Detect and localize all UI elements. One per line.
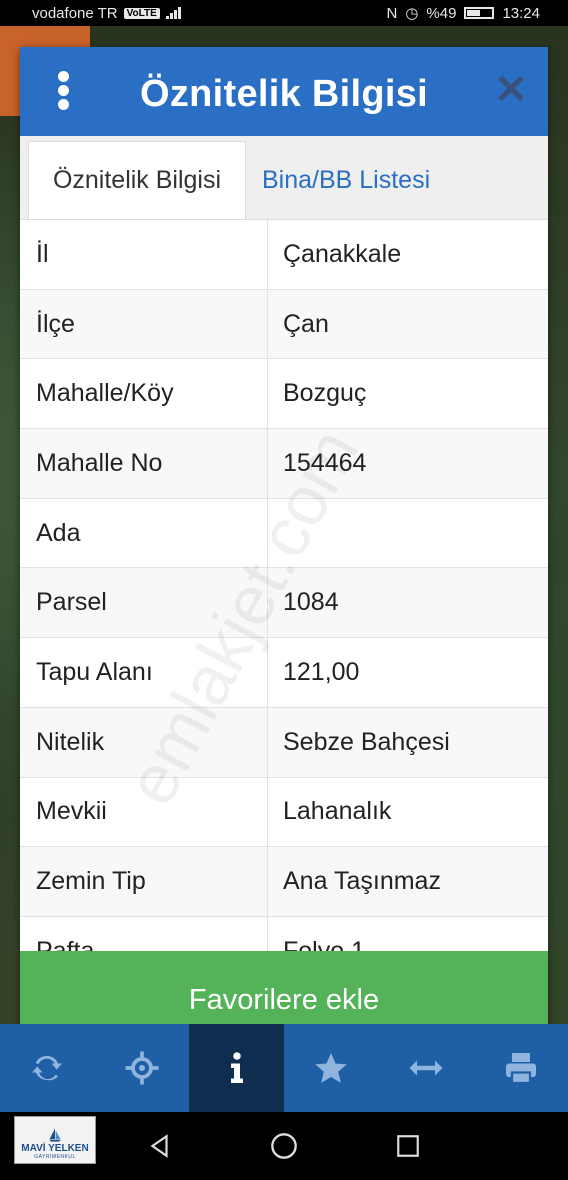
back-triangle-icon [150,1134,168,1158]
volte-badge: VoLTE [123,7,160,19]
table-row: İlçe Çan [20,289,548,360]
row-value: Lahanalık [283,797,392,826]
row-key: İl [20,220,268,289]
row-key: Tapu Alanı [20,638,268,707]
row-value: Bozguç [283,379,367,408]
row-key: Zemin Tip [20,847,268,916]
info-button[interactable] [189,1024,285,1112]
signal-icon [165,7,181,19]
row-key: Mevkii [20,777,268,847]
tab-attribute-info[interactable]: Öznitelik Bilgisi [28,141,246,219]
more-options-icon[interactable] [56,71,70,111]
home-button[interactable] [267,1129,301,1163]
row-value [268,499,548,568]
row-key: Mahalle No [20,429,268,498]
star-icon [315,1053,348,1083]
row-key: Nitelik [20,707,268,777]
table-row: İl Çanakkale [20,220,548,290]
row-key: Parsel [20,568,268,638]
row-value: Çanakkale [283,239,402,268]
favorites-button[interactable] [284,1024,379,1112]
print-button[interactable] [473,1024,568,1112]
battery-icon [464,7,495,19]
row-value: Çan [283,309,329,338]
table-row: Zemin Tip Ana Taşınmaz [20,847,548,917]
measure-button[interactable] [379,1024,474,1112]
row-value: 1084 [283,588,339,617]
row-value: Ana Taşınmaz [283,867,441,896]
attribute-info-dialog: Öznitelik Bilgisi ✕ Öznitelik Bilgisi Bi… [20,47,548,1050]
print-icon [505,1053,536,1085]
nfc-icon: N [386,4,398,22]
table-row: Parsel 1084 [20,568,548,639]
table-row: Mevkii Lahanalık [20,777,548,848]
carrier-label: vodafone TR [32,4,118,22]
row-value: 154464 [283,448,367,477]
table-row: Ada [20,498,548,569]
dialog-title: Öznitelik Bilgisi [139,73,429,115]
table-row: Nitelik Sebze Bahçesi [20,707,548,778]
table-row: Mahalle/Köy Bozguç [20,359,548,430]
mavi-yelken-logo: MAVİ YELKEN GAYRİMENKUL [14,1116,96,1164]
attribute-table: İl Çanakkale İlçe Çan Mahalle/Köy Bozguç Ma… [20,220,548,987]
row-value: 121,00 [283,657,360,686]
recents-button[interactable] [391,1129,425,1163]
table-row: Tapu Alanı 121,00 [20,638,548,708]
locate-button[interactable] [95,1024,190,1112]
clock: 13:24 [502,4,540,22]
status-bar: vodafone TR VoLTE N ◷ %49 13:24 [0,0,568,26]
refresh-button[interactable] [0,1024,95,1112]
logo-subtitle: GAYRİMENKUL [34,1154,76,1160]
measure-arrows-icon [409,1060,443,1076]
row-value: Sebze Bahçesi [283,727,450,756]
bottom-toolbar [0,1024,568,1112]
close-icon[interactable]: ✕ [494,70,528,110]
tab-building-list[interactable]: Bina/BB Listesi [246,141,446,219]
row-key: Ada [20,498,268,568]
tab-bar: Öznitelik Bilgisi Bina/BB Listesi [20,136,548,220]
back-button[interactable] [143,1129,177,1163]
logo-name: MAVİ YELKEN [21,1143,89,1154]
row-key: Mahalle/Köy [20,359,268,429]
dialog-header: Öznitelik Bilgisi ✕ [20,47,548,136]
alarm-icon: ◷ [405,5,419,22]
recents-square-icon [397,1135,419,1157]
refresh-icon [32,1055,63,1081]
info-icon [230,1052,243,1083]
table-row: Mahalle No 154464 [20,429,548,499]
crosshair-icon [125,1051,159,1085]
sailboat-icon [49,1128,61,1142]
row-key: İlçe [20,289,268,359]
home-circle-icon [271,1133,297,1159]
battery-percent: %49 [426,4,457,22]
